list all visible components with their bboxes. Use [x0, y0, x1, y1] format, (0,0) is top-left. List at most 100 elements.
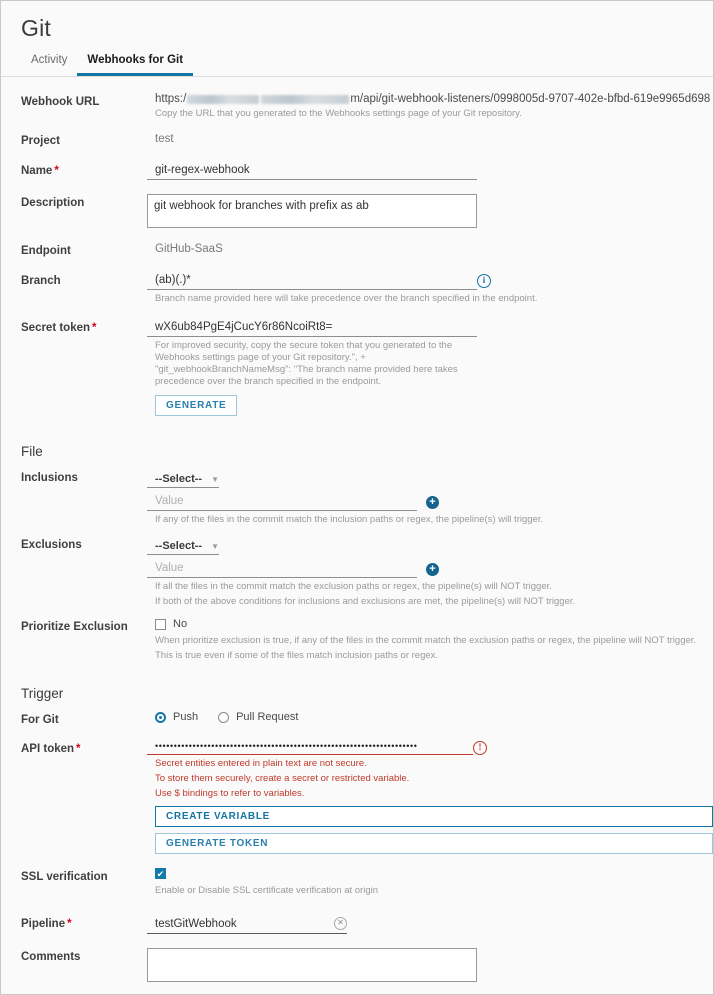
- api-token-error-2: To store them securely, create a secret …: [155, 773, 410, 784]
- row-name: Name *: [1, 162, 713, 180]
- prioritize-exclusion-checkbox-row[interactable]: No: [147, 618, 713, 630]
- webhook-url-value: https:/ m/api/git-webhook-listeners/0998…: [147, 93, 713, 105]
- secret-token-required-mark: *: [92, 322, 97, 334]
- row-comments: Comments: [1, 948, 713, 982]
- api-token-label: API token *: [21, 740, 147, 756]
- project-label: Project: [21, 135, 60, 147]
- tab-webhooks-for-git[interactable]: Webhooks for Git: [77, 48, 194, 76]
- ssl-verification-checkbox-row[interactable]: ✔: [147, 868, 713, 879]
- exclusions-help-1: If all the files in the commit match the…: [155, 581, 552, 592]
- webhook-url-suffix: m/api/git-webhook-listeners/0998005d-970…: [350, 93, 711, 105]
- exclusions-select-value: --Select--: [155, 540, 203, 552]
- info-icon[interactable]: i: [477, 274, 491, 288]
- ssl-verification-checkbox[interactable]: ✔: [155, 868, 166, 879]
- inclusions-value-row: +: [147, 493, 713, 511]
- webhook-url-prefix: https:/: [155, 93, 187, 105]
- webhook-url-help: Copy the URL that you generated to the W…: [155, 108, 522, 119]
- for-git-label: For Git: [21, 714, 59, 726]
- exclusions-value-row: +: [147, 560, 713, 578]
- redacted-host-block-1: [187, 94, 260, 104]
- generate-secret-button[interactable]: GENERATE: [155, 395, 238, 416]
- prioritize-exclusion-help-2: This is true even if some of the files m…: [155, 650, 439, 661]
- endpoint-label: Endpoint: [21, 245, 71, 257]
- endpoint-value: GitHub-SaaS: [155, 243, 223, 255]
- row-ssl-verification: SSL verification ✔ Enable or Disable SSL…: [1, 868, 713, 897]
- tab-activity[interactable]: Activity: [21, 48, 77, 76]
- chevron-down-icon: ▼: [211, 541, 219, 551]
- inclusions-select-value: --Select--: [155, 473, 203, 485]
- comments-label: Comments: [21, 951, 81, 963]
- name-input[interactable]: [147, 162, 477, 180]
- secret-token-input[interactable]: [147, 319, 477, 337]
- generate-token-button[interactable]: GENERATE TOKEN: [155, 833, 713, 854]
- row-endpoint: Endpoint GitHub-SaaS: [1, 242, 713, 258]
- row-for-git: For Git Push Pull Request: [1, 711, 713, 727]
- name-label: Name *: [21, 162, 147, 178]
- project-value: test: [155, 133, 174, 145]
- row-exclusions: Exclusions --Select-- ▼ + If all the fil…: [1, 536, 713, 608]
- row-pipeline: Pipeline * testGitWebhook ✕: [1, 915, 713, 934]
- api-token-error-1: Secret entities entered in plain text ar…: [155, 758, 367, 769]
- description-textarea[interactable]: [147, 194, 477, 228]
- inclusions-label: Inclusions: [21, 472, 78, 484]
- radio-pull-request-label: Pull Request: [236, 711, 299, 723]
- ssl-verification-label: SSL verification: [21, 871, 108, 883]
- branch-help: Branch name provided here will take prec…: [155, 293, 538, 304]
- secret-token-label: Secret token *: [21, 319, 147, 335]
- name-label-text: Name: [21, 165, 53, 177]
- warning-icon: !: [473, 740, 487, 755]
- pipeline-label: Pipeline *: [21, 915, 147, 931]
- comments-textarea[interactable]: [147, 948, 477, 982]
- name-required-mark: *: [54, 165, 59, 177]
- exclusions-value-input[interactable]: [147, 560, 417, 578]
- row-project: Project test: [1, 132, 713, 148]
- pipeline-label-text: Pipeline: [21, 918, 66, 930]
- webhook-url-label: Webhook URL: [21, 96, 100, 108]
- prioritize-exclusion-label: Prioritize Exclusion: [21, 621, 128, 633]
- api-token-field[interactable]: ••••••••••••••••••••••••••••••••••••••••…: [147, 740, 487, 755]
- secret-token-help: For improved security, copy the secure t…: [155, 340, 458, 387]
- prioritize-exclusion-checkbox-label: No: [173, 618, 188, 630]
- inclusions-select[interactable]: --Select-- ▼: [147, 472, 219, 488]
- row-description: Description: [1, 194, 713, 228]
- prioritize-exclusion-checkbox[interactable]: [155, 618, 166, 630]
- radio-pull-request[interactable]: [218, 711, 230, 723]
- for-git-radio-group: Push Pull Request: [147, 711, 713, 723]
- inclusions-value-input[interactable]: [147, 493, 417, 511]
- secret-token-label-text: Secret token: [21, 322, 91, 334]
- add-inclusion-icon[interactable]: +: [426, 495, 439, 509]
- row-prioritize-exclusion: Prioritize Exclusion No When prioritize …: [1, 618, 713, 662]
- webhook-form: Webhook URL https:/ m/api/git-webhook-li…: [1, 77, 713, 994]
- inclusions-help: If any of the files in the commit match …: [155, 514, 544, 525]
- branch-label: Branch: [21, 275, 61, 287]
- row-webhook-url: Webhook URL https:/ m/api/git-webhook-li…: [1, 93, 713, 120]
- tab-bar: Activity Webhooks for Git: [1, 48, 713, 77]
- file-section-title: File: [21, 444, 43, 459]
- radio-push[interactable]: [155, 711, 166, 723]
- exclusions-label: Exclusions: [21, 539, 82, 551]
- webhook-settings-page: Git Activity Webhooks for Git Webhook UR…: [0, 0, 714, 995]
- row-api-token: API token * •••••••••••••••••••••••••••••…: [1, 740, 713, 854]
- description-label: Description: [21, 197, 85, 209]
- redacted-host-block-2: [261, 94, 350, 104]
- pipeline-field[interactable]: testGitWebhook ✕: [147, 915, 347, 934]
- api-token-required-mark: *: [76, 743, 81, 755]
- row-branch: Branch i Branch name provided here will …: [1, 272, 713, 305]
- api-token-error-3: Use $ bindings to refer to variables.: [155, 788, 305, 799]
- exclusions-select[interactable]: --Select-- ▼: [147, 539, 219, 555]
- trigger-section-title: Trigger: [21, 686, 64, 701]
- prioritize-exclusion-help-1: When prioritize exclusion is true, if an…: [155, 635, 697, 646]
- row-secret-token: Secret token* For improved security, cop…: [1, 319, 713, 416]
- row-inclusions: Inclusions --Select-- ▼ + If any of the …: [1, 469, 713, 526]
- chevron-down-icon: ▼: [211, 474, 219, 484]
- api-token-masked-value: ••••••••••••••••••••••••••••••••••••••••…: [147, 740, 473, 755]
- ssl-verification-help: Enable or Disable SSL certificate verifi…: [155, 885, 379, 896]
- clear-circle-icon[interactable]: ✕: [334, 917, 347, 930]
- api-token-label-text: API token: [21, 743, 75, 755]
- pipeline-required-mark: *: [67, 918, 72, 930]
- add-exclusion-icon[interactable]: +: [426, 562, 439, 576]
- create-variable-button[interactable]: CREATE VARIABLE: [155, 806, 713, 827]
- branch-input[interactable]: [147, 272, 477, 290]
- pipeline-value: testGitWebhook: [155, 917, 237, 930]
- radio-push-label: Push: [173, 711, 199, 723]
